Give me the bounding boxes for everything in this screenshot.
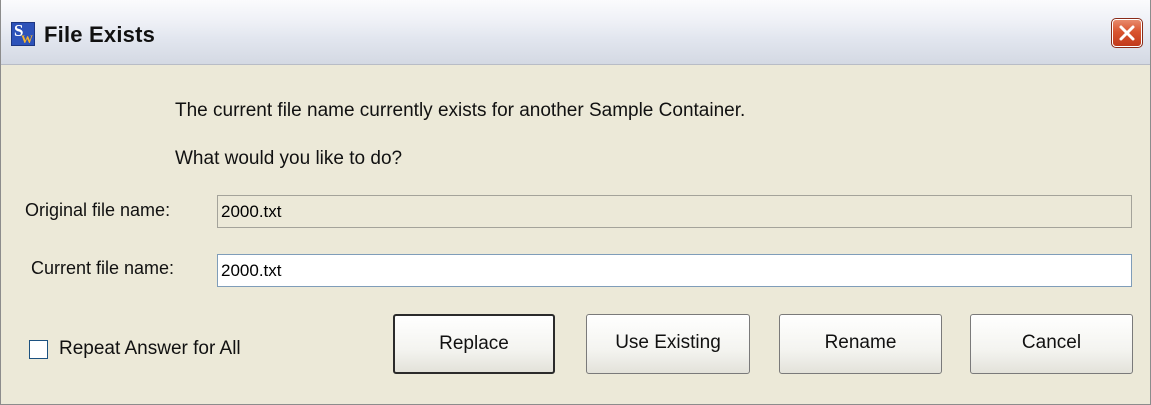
close-button[interactable] — [1111, 18, 1143, 48]
original-file-name-field: 2000.txt — [217, 195, 1132, 228]
message-line-2: What would you like to do? — [175, 148, 403, 169]
window-title: File Exists — [44, 22, 156, 47]
repeat-answer-label[interactable]: Repeat Answer for All — [59, 338, 241, 360]
file-exists-dialog: SW File Exists The current file name cur… — [0, 0, 1151, 405]
cancel-button[interactable]: Cancel — [970, 314, 1133, 374]
rename-button[interactable]: Rename — [779, 314, 942, 374]
dialog-body: The current file name currently exists f… — [1, 65, 1150, 404]
repeat-answer-checkbox[interactable] — [29, 340, 48, 359]
use-existing-button[interactable]: Use Existing — [586, 314, 750, 374]
title-bar[interactable]: SW File Exists — [1, 0, 1150, 65]
current-file-name-label: Current file name: — [31, 258, 175, 278]
sw-app-icon: SW — [11, 21, 35, 46]
message-line-1: The current file name currently exists f… — [175, 100, 746, 121]
replace-button[interactable]: Replace — [393, 314, 555, 374]
close-icon — [1119, 25, 1135, 41]
current-file-name-input[interactable]: 2000.txt — [217, 254, 1132, 287]
original-file-name-label: Original file name: — [25, 200, 171, 220]
